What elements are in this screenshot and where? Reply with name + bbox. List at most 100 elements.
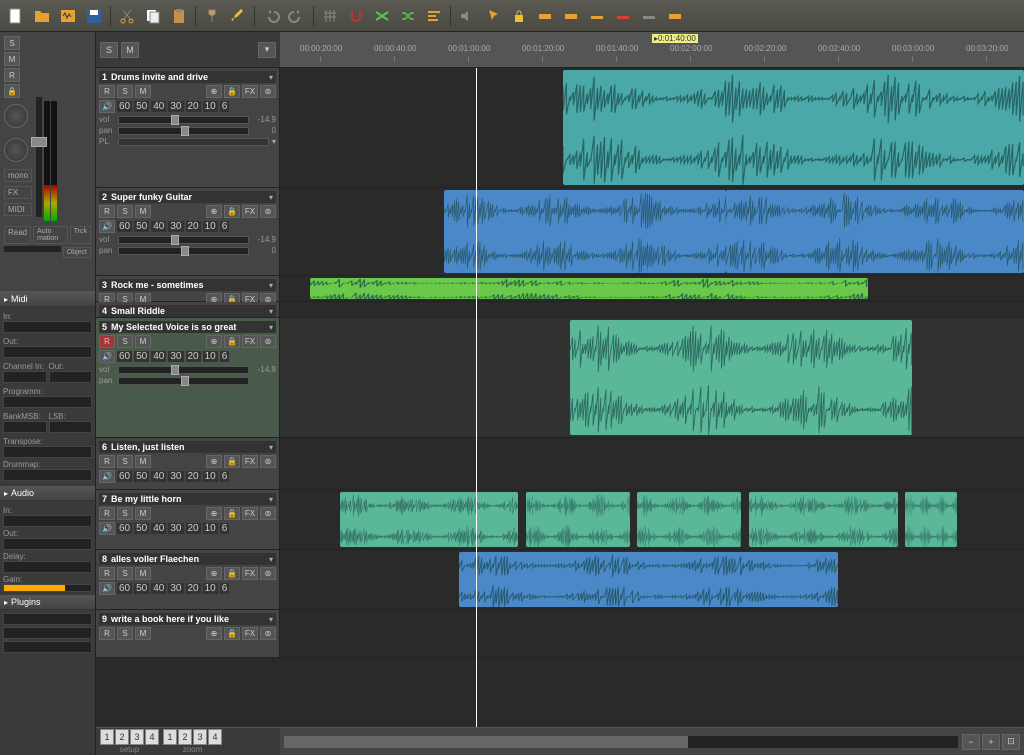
pointer-icon[interactable] [481, 4, 505, 28]
track-lane[interactable] [280, 68, 1024, 187]
timeline-ruler[interactable]: 00:00:20:0000:00:40:0000:01:00:0000:01:2… [280, 32, 1024, 67]
track-menu-icon[interactable]: ▾ [269, 555, 273, 564]
fade-linear-icon[interactable] [611, 4, 635, 28]
audio-clip[interactable] [749, 492, 898, 547]
track-speaker-button[interactable]: 🔊 [99, 522, 115, 535]
track-plugin-button[interactable]: ⊕ [206, 335, 222, 348]
lock-icon[interactable] [507, 4, 531, 28]
setup-preset-button[interactable]: 3 [130, 729, 144, 745]
speaker-icon[interactable] [455, 4, 479, 28]
track-solo-button[interactable]: S [117, 335, 133, 348]
new-file-icon[interactable] [4, 4, 28, 28]
wave-file-icon[interactable] [56, 4, 80, 28]
track-header[interactable]: 8alles voller Flaechen▾RSM⊕🔒FX⊚🔊60504030… [96, 550, 280, 609]
midi-drummap-field[interactable] [3, 469, 92, 481]
track-speaker-button[interactable]: 🔊 [99, 470, 115, 483]
track-menu-icon[interactable]: ▾ [269, 615, 273, 624]
audio-clip[interactable] [563, 70, 1024, 185]
track-mute-button[interactable]: M [135, 335, 151, 348]
automation-button[interactable]: Auto mation [33, 226, 68, 244]
track-header[interactable]: 1Drums invite and drive▾RSM⊕🔒FX⊚🔊6050403… [96, 68, 280, 187]
master-fader[interactable] [36, 97, 42, 217]
track-fx-button[interactable]: FX [242, 507, 258, 520]
track-menu-icon[interactable]: ▾ [269, 323, 273, 332]
track-mute-button[interactable]: M [135, 567, 151, 580]
align-icon[interactable] [422, 4, 446, 28]
track-eq-button[interactable]: ⊚ [260, 627, 276, 640]
track-solo-button[interactable]: S [117, 85, 133, 98]
playhead[interactable] [476, 68, 477, 727]
track-lock-button[interactable]: 🔒 [224, 567, 240, 580]
volume-slider[interactable] [118, 116, 249, 124]
pan-slider[interactable] [118, 377, 249, 385]
track-lane[interactable] [280, 276, 1024, 301]
pl-dropdown[interactable] [118, 138, 269, 146]
midi-button[interactable]: MIDI [4, 203, 32, 216]
audio-clip[interactable] [310, 278, 868, 299]
midi-lsb-field[interactable] [49, 421, 93, 433]
track-mute-button[interactable]: M [135, 205, 151, 218]
track-rec-button[interactable]: R [99, 627, 115, 640]
midi-chout-field[interactable] [49, 371, 93, 383]
midi-program-field[interactable] [3, 396, 92, 408]
audio-clip[interactable] [444, 190, 727, 273]
track-solo-button[interactable]: S [117, 567, 133, 580]
track-mute-button[interactable]: M [135, 507, 151, 520]
track-lock-button[interactable]: 🔒 [224, 507, 240, 520]
track-fx-button[interactable]: FX [242, 205, 258, 218]
setup-preset-button[interactable]: 4 [145, 729, 159, 745]
volume-slider[interactable] [118, 366, 249, 374]
track-speaker-button[interactable]: 🔊 [99, 100, 115, 113]
audio-delay-field[interactable] [3, 561, 92, 573]
track-header[interactable]: 5My Selected Voice is so great▾RSM⊕🔒FX⊚🔊… [96, 318, 280, 437]
audio-section-header[interactable]: Audio [0, 486, 95, 501]
track-eq-button[interactable]: ⊚ [260, 507, 276, 520]
track-rec-button[interactable]: R [99, 567, 115, 580]
pen-icon[interactable] [226, 4, 250, 28]
track-rec-button[interactable]: R [99, 335, 115, 348]
marker-icon[interactable] [200, 4, 224, 28]
read-button[interactable]: Read [4, 226, 31, 244]
plugins-section-header[interactable]: Plugins [0, 595, 95, 610]
pan-slider[interactable] [118, 247, 249, 255]
track-eq-button[interactable]: ⊚ [260, 85, 276, 98]
track-solo-button[interactable]: S [117, 455, 133, 468]
header-menu-button[interactable]: ▾ [258, 42, 276, 58]
master-lock-button[interactable]: 🔒 [4, 84, 20, 98]
track-rec-button[interactable]: R [99, 85, 115, 98]
track-eq-button[interactable]: ⊚ [260, 455, 276, 468]
open-folder-icon[interactable] [30, 4, 54, 28]
audio-clip[interactable] [526, 492, 630, 547]
midi-section-header[interactable]: Midi [0, 292, 95, 307]
track-lane[interactable] [280, 550, 1024, 609]
track-fx-button[interactable]: FX [242, 85, 258, 98]
audio-clip[interactable] [459, 552, 838, 607]
zoom-out-button[interactable]: − [962, 734, 980, 750]
track-eq-button[interactable]: ⊚ [260, 567, 276, 580]
master-pan-knob[interactable] [4, 104, 28, 128]
grid-icon[interactable] [318, 4, 342, 28]
audio-in-field[interactable] [3, 515, 92, 527]
snap-icon[interactable] [344, 4, 368, 28]
track-fx-button[interactable]: FX [242, 567, 258, 580]
fx-button[interactable]: FX [4, 186, 32, 199]
track-menu-icon[interactable]: ▾ [269, 307, 273, 316]
audio-clip[interactable] [726, 190, 1024, 273]
header-mute-button[interactable]: M [121, 42, 139, 58]
track-plugin-button[interactable]: ⊕ [206, 627, 222, 640]
track-rec-button[interactable]: R [99, 205, 115, 218]
track-header[interactable]: 6Listen, just listen▾RSM⊕🔒FX⊚🔊6050403020… [96, 438, 280, 489]
volume-slider[interactable] [118, 236, 249, 244]
track-header[interactable]: 2Super funky Guitar▾RSM⊕🔒FX⊚🔊60504030201… [96, 188, 280, 275]
track-menu-icon[interactable]: ▾ [269, 73, 273, 82]
fade-curve-icon[interactable] [585, 4, 609, 28]
track-solo-button[interactable]: S [117, 205, 133, 218]
track-speaker-button[interactable]: 🔊 [99, 582, 115, 595]
fade-in-icon[interactable] [533, 4, 557, 28]
audio-clip[interactable] [905, 492, 957, 547]
track-lane[interactable] [280, 438, 1024, 489]
midi-transpose-field[interactable] [3, 446, 92, 458]
paste-icon[interactable] [167, 4, 191, 28]
track-lock-button[interactable]: 🔒 [224, 85, 240, 98]
master-rec-button[interactable]: R [4, 68, 20, 82]
